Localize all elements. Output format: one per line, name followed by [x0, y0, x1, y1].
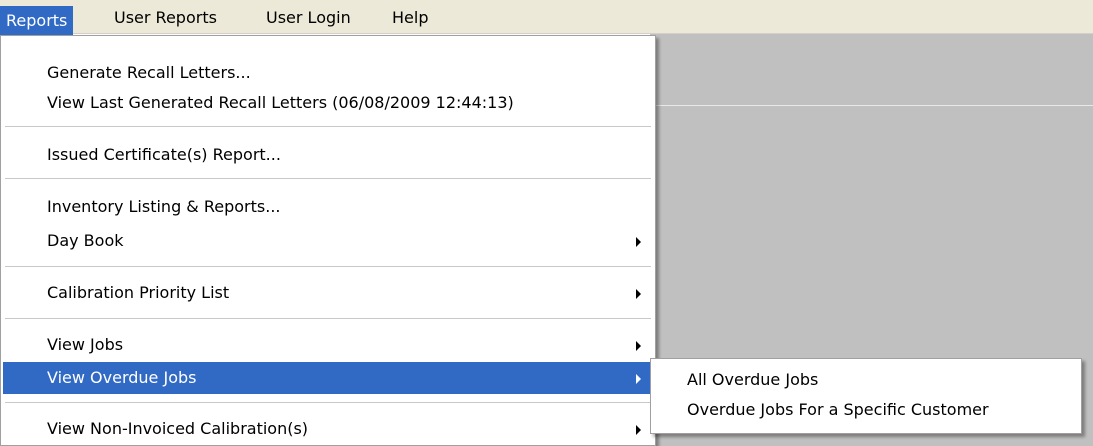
overdue-jobs-submenu: All Overdue Jobs Overdue Jobs For a Spec… — [650, 358, 1082, 434]
menu-item-label: View Jobs — [47, 335, 124, 354]
menu-user-login[interactable]: User Login — [260, 6, 357, 30]
menu-item-label: View Non-Invoiced Calibration(s) — [47, 419, 309, 438]
menu-item-label: View Overdue Jobs — [47, 368, 197, 387]
submenu-arrow-icon — [636, 374, 641, 384]
menu-item-label: View Last Generated Recall Letters (06/0… — [47, 93, 514, 112]
menu-bar: Reports User Reports User Login Help — [0, 0, 1093, 35]
workspace-panel — [650, 34, 1093, 106]
menu-separator — [5, 266, 651, 267]
submenu-item-overdue-jobs-specific-customer[interactable]: Overdue Jobs For a Specific Customer — [653, 395, 1079, 425]
menu-separator — [5, 318, 651, 319]
menu-reports[interactable]: Reports — [0, 6, 74, 35]
menu-item-calibration-priority-list[interactable]: Calibration Priority List — [3, 278, 653, 308]
menu-item-view-last-recall-letters[interactable]: View Last Generated Recall Letters (06/0… — [3, 88, 653, 118]
submenu-arrow-icon — [636, 425, 641, 435]
menu-separator — [5, 178, 651, 179]
menu-item-issued-certificates-report[interactable]: Issued Certificate(s) Report... — [3, 140, 653, 170]
menu-item-label: Inventory Listing & Reports... — [47, 197, 281, 216]
menu-separator — [5, 126, 651, 127]
menu-item-inventory-listing[interactable]: Inventory Listing & Reports... — [3, 192, 653, 222]
menu-item-view-overdue-jobs[interactable]: View Overdue Jobs — [3, 362, 653, 394]
menu-separator — [5, 402, 651, 403]
submenu-arrow-icon — [636, 289, 641, 299]
menu-user-reports[interactable]: User Reports — [108, 6, 223, 30]
menu-item-generate-recall-letters[interactable]: Generate Recall Letters... — [3, 58, 653, 88]
reports-dropdown: Generate Recall Letters... View Last Gen… — [0, 35, 656, 446]
submenu-item-all-overdue-jobs[interactable]: All Overdue Jobs — [653, 365, 1079, 395]
menu-item-label: Issued Certificate(s) Report... — [47, 145, 281, 164]
submenu-arrow-icon — [636, 237, 641, 247]
menu-item-day-book[interactable]: Day Book — [3, 226, 653, 256]
submenu-arrow-icon — [636, 341, 641, 351]
menu-help[interactable]: Help — [386, 6, 434, 30]
menu-item-view-non-invoiced-calibrations[interactable]: View Non-Invoiced Calibration(s) — [3, 414, 653, 444]
menu-item-label: Generate Recall Letters... — [47, 63, 251, 82]
menu-item-label: Day Book — [47, 231, 124, 250]
menu-item-label: Calibration Priority List — [47, 283, 230, 302]
menu-item-view-jobs[interactable]: View Jobs — [3, 330, 653, 360]
